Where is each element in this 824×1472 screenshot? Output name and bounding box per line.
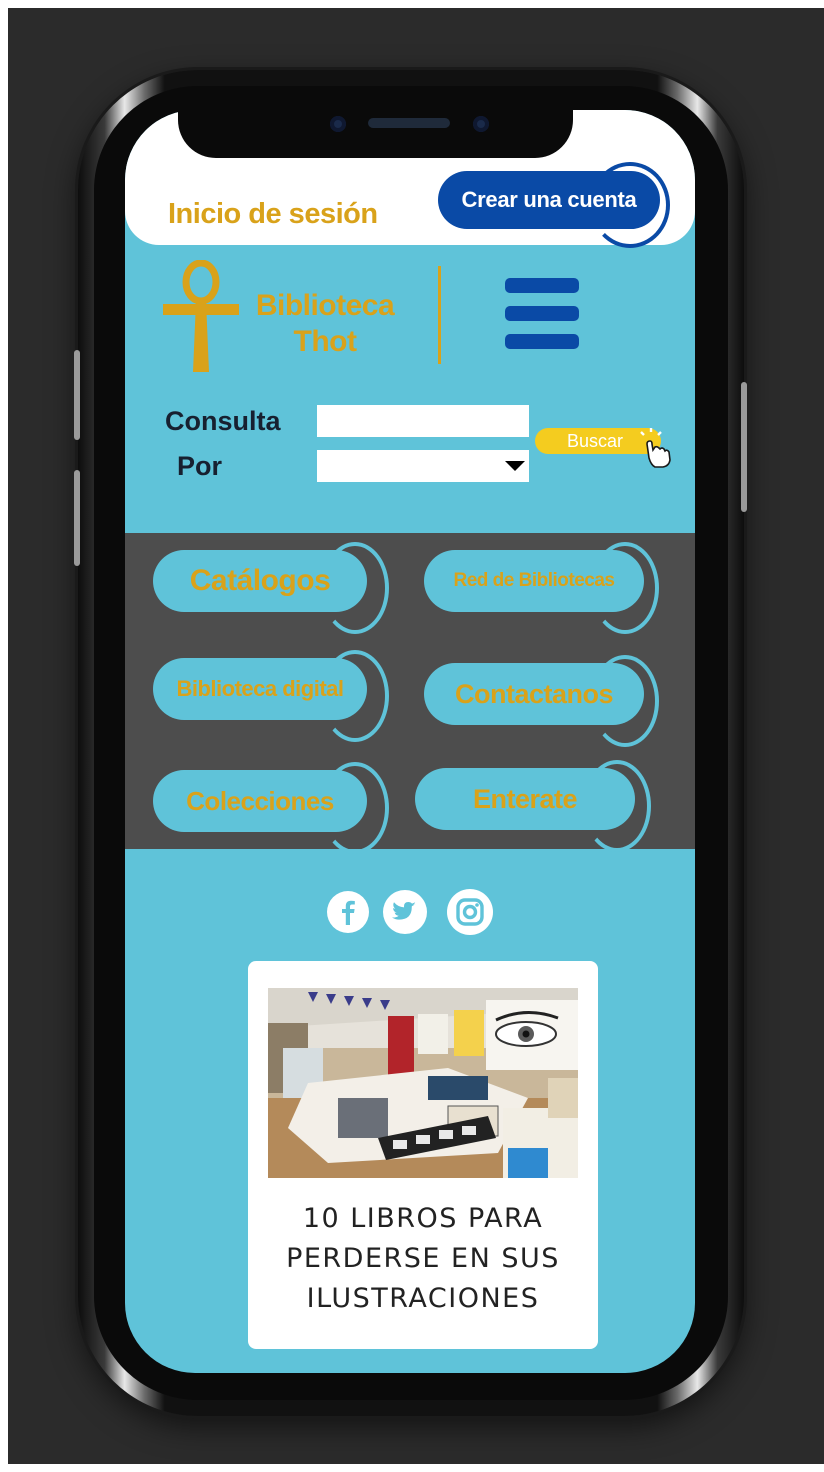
- speaker-grille: [368, 118, 450, 128]
- login-link[interactable]: Inicio de sesión: [168, 198, 378, 231]
- instagram-icon[interactable]: [447, 889, 493, 935]
- power-button: [741, 382, 747, 512]
- volume-up-button: [74, 350, 80, 440]
- nav-item-red-de-bibliotecas[interactable]: Red de Bibliotecas: [424, 550, 644, 612]
- brand-name-line1: Biblioteca: [255, 289, 395, 322]
- por-select[interactable]: [317, 450, 529, 482]
- article-title: 10 LIBROS PARA PERDERSE EN SUS ILUSTRACI…: [286, 1203, 560, 1314]
- pointer-hand-icon: [640, 428, 671, 468]
- hamburger-menu-icon[interactable]: [505, 278, 579, 354]
- nav-item-catalogos[interactable]: Catálogos: [153, 550, 367, 612]
- article-card[interactable]: 10 LIBROS PARA PERDERSE EN SUS ILUSTRACI…: [248, 961, 598, 1349]
- nav-item-contactanos[interactable]: Contactanos: [424, 663, 644, 725]
- front-camera-icon: [330, 116, 346, 132]
- nav-item-colecciones[interactable]: Colecciones: [153, 770, 367, 832]
- consulta-input[interactable]: [317, 405, 529, 437]
- ankh-icon: [163, 260, 239, 372]
- nav-item-enterate[interactable]: Enterate: [415, 768, 635, 830]
- brand-name-line2: Thot: [293, 325, 357, 358]
- brand-divider: [438, 266, 441, 364]
- volume-down-button: [74, 470, 80, 566]
- por-label: Por: [177, 451, 223, 481]
- twitter-icon[interactable]: [383, 890, 427, 934]
- nav-item-biblioteca-digital[interactable]: Biblioteca digital: [153, 658, 367, 720]
- consulta-label: Consulta: [165, 406, 281, 436]
- article-image: [268, 988, 578, 1178]
- brand-name: Biblioteca Thot: [245, 288, 405, 360]
- caret-down-icon: [505, 461, 525, 471]
- facebook-icon[interactable]: [327, 891, 369, 933]
- app-screen: Inicio de sesión Crear una cuenta Biblio…: [125, 110, 695, 1373]
- front-sensor-icon: [473, 116, 489, 132]
- create-account-button[interactable]: Crear una cuenta: [438, 171, 660, 229]
